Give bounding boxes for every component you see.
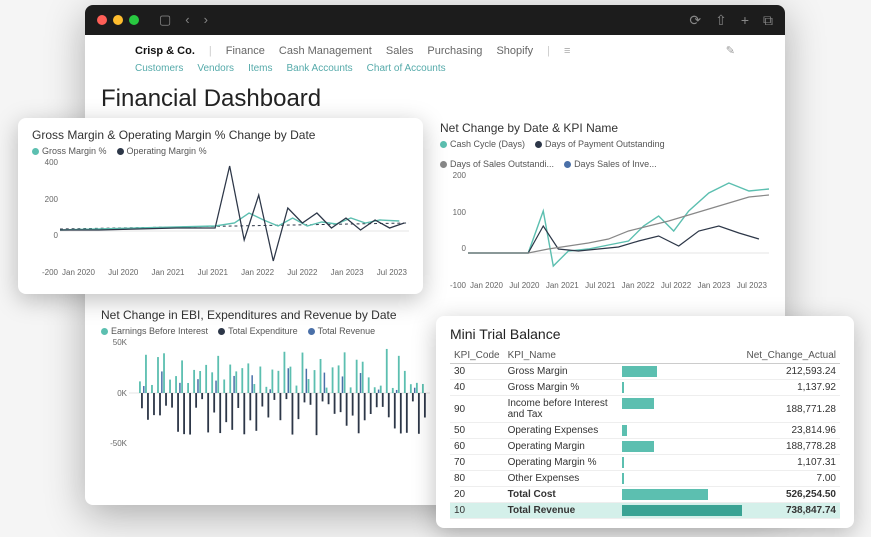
nav-back-icon[interactable]: ‹ <box>185 12 189 28</box>
nav-shopify[interactable]: Shopify <box>496 45 533 57</box>
chart-ebi-panel: Net Change in EBI, Expenditures and Reve… <box>101 304 430 452</box>
table-header[interactable]: KPI_Code <box>450 348 504 364</box>
legend-item[interactable]: Operating Margin % <box>117 146 207 156</box>
legend-label: Cash Cycle (Days) <box>450 139 525 149</box>
legend-item[interactable]: Gross Margin % <box>32 146 107 156</box>
legend-dot-icon <box>117 148 124 155</box>
table-row[interactable]: 60Operating Margin188,778.28 <box>450 439 840 455</box>
chart-ebi-legend: Earnings Before Interest Total Expenditur… <box>101 326 430 336</box>
table-row[interactable]: 80Other Expenses7.00 <box>450 471 840 487</box>
legend-item[interactable]: Days Sales of Inve... <box>564 159 657 169</box>
legend-item[interactable]: Days of Sales Outstandi... <box>440 159 554 169</box>
table-header[interactable]: Net_Change_Actual <box>742 348 840 364</box>
copy-icon[interactable]: ⧉ <box>763 12 773 29</box>
nav-purchasing[interactable]: Purchasing <box>427 45 482 57</box>
chart-ebi-title: Net Change in EBI, Expenditures and Reve… <box>101 308 430 322</box>
chart-margin-legend: Gross Margin % Operating Margin % <box>32 146 409 156</box>
table-header[interactable]: KPI_Name <box>504 348 623 364</box>
legend-dot-icon <box>308 328 315 335</box>
legend-item[interactable]: Earnings Before Interest <box>101 326 208 336</box>
legend-label: Days of Sales Outstandi... <box>450 159 554 169</box>
table-row[interactable]: 20Total Cost526,254.50 <box>450 487 840 503</box>
legend-label: Operating Margin % <box>127 146 207 156</box>
trial-balance-card: Mini Trial Balance KPI_CodeKPI_Name Net_C… <box>436 316 854 528</box>
chart-margin-area[interactable] <box>60 158 409 268</box>
legend-dot-icon <box>32 148 39 155</box>
titlebar: ▢ ‹ › ⟳ ⇧ + ⧉ <box>85 5 785 35</box>
minimize-icon[interactable] <box>113 15 123 25</box>
legend-label: Earnings Before Interest <box>111 326 208 336</box>
nav-sales[interactable]: Sales <box>386 45 414 57</box>
page-title: Financial Dashboard <box>85 77 785 117</box>
table-row[interactable]: 70Operating Margin %1,107.31 <box>450 455 840 471</box>
brand-label[interactable]: Crisp & Co. <box>135 45 195 57</box>
table-header[interactable] <box>622 348 742 364</box>
close-icon[interactable] <box>97 15 107 25</box>
chart-margin-title: Gross Margin & Operating Margin % Change… <box>32 128 409 142</box>
legend-label: Days of Payment Outstanding <box>545 139 665 149</box>
chart-ebi-area[interactable] <box>129 338 430 448</box>
legend-label: Gross Margin % <box>42 146 107 156</box>
nav-cash[interactable]: Cash Management <box>279 45 372 57</box>
legend-dot-icon <box>101 328 108 335</box>
layout-icon[interactable]: ▢ <box>159 12 171 28</box>
table-row[interactable]: 10Total Revenue738,847.74 <box>450 503 840 519</box>
share-icon[interactable]: ⇧ <box>715 12 727 29</box>
table-row[interactable]: 30Gross Margin212,593.24 <box>450 364 840 380</box>
legend-item[interactable]: Cash Cycle (Days) <box>440 139 525 149</box>
legend-label: Total Expenditure <box>228 326 298 336</box>
legend-label: Days Sales of Inve... <box>574 159 657 169</box>
legend-dot-icon <box>440 161 447 168</box>
edit-icon[interactable]: ✎ <box>726 44 735 57</box>
legend-dot-icon <box>440 141 447 148</box>
refresh-icon[interactable]: ⟳ <box>689 12 701 29</box>
nav-forward-icon[interactable]: › <box>204 12 208 28</box>
subnav-customers[interactable]: Customers <box>135 63 183 74</box>
subnav-items[interactable]: Items <box>248 63 272 74</box>
chart-margin-card: Gross Margin & Operating Margin % Change… <box>18 118 423 294</box>
subnav-bank[interactable]: Bank Accounts <box>287 63 353 74</box>
table-row[interactable]: 40Gross Margin %1,137.92 <box>450 380 840 396</box>
nav-bar: Crisp & Co. | Finance Cash Management Sa… <box>85 35 785 77</box>
add-icon[interactable]: + <box>741 12 749 29</box>
legend-dot-icon <box>218 328 225 335</box>
chart-kpi-legend: Cash Cycle (Days) Days of Payment Outstan… <box>440 139 769 169</box>
legend-dot-icon <box>535 141 542 148</box>
legend-item[interactable]: Days of Payment Outstanding <box>535 139 665 149</box>
legend-item[interactable]: Total Expenditure <box>218 326 298 336</box>
legend-dot-icon <box>564 161 571 168</box>
table-row[interactable]: 50Operating Expenses23,814.96 <box>450 423 840 439</box>
trial-balance-title: Mini Trial Balance <box>450 326 840 342</box>
subnav-vendors[interactable]: Vendors <box>197 63 234 74</box>
maximize-icon[interactable] <box>129 15 139 25</box>
legend-item[interactable]: Total Revenue <box>308 326 376 336</box>
table-row[interactable]: 90Income before Interest and Tax188,771.… <box>450 396 840 423</box>
chart-kpi-area[interactable] <box>468 171 769 281</box>
legend-label: Total Revenue <box>318 326 376 336</box>
nav-finance[interactable]: Finance <box>226 45 265 57</box>
chart-kpi-title: Net Change by Date & KPI Name <box>440 121 769 135</box>
subnav-coa[interactable]: Chart of Accounts <box>367 63 446 74</box>
chart-kpi-panel: Net Change by Date & KPI Name Cash Cycle… <box>440 117 769 294</box>
trial-balance-table: KPI_CodeKPI_Name Net_Change_Actual 30Gros… <box>450 348 840 519</box>
